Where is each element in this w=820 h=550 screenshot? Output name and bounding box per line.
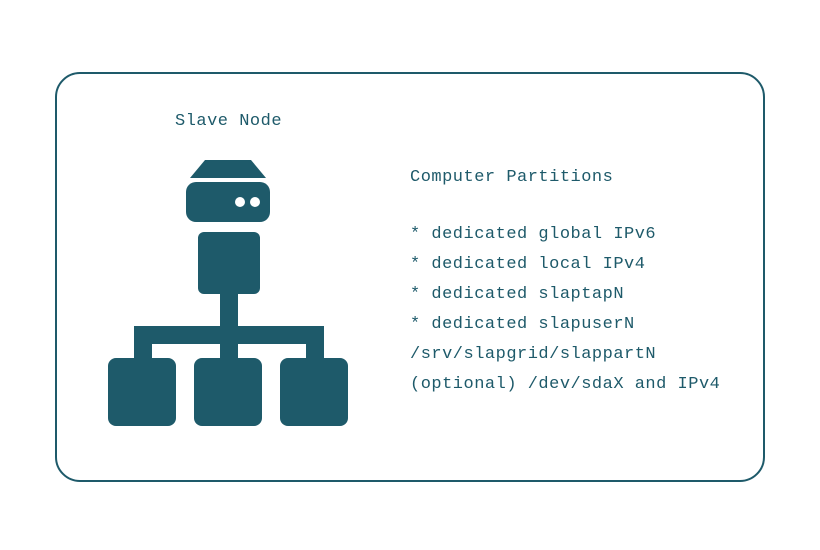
list-item: (optional) /dev/sdaX and IPv4 [410, 370, 720, 400]
partitions-list: * dedicated global IPv6 * dedicated loca… [410, 220, 720, 400]
list-item: * dedicated global IPv6 [410, 220, 720, 250]
list-item: * dedicated local IPv4 [410, 250, 720, 280]
list-item: * dedicated slaptapN [410, 280, 720, 310]
list-item: /srv/slapgrid/slappartN [410, 340, 720, 370]
partitions-heading: Computer Partitions [410, 168, 613, 187]
list-item: * dedicated slapuserN [410, 310, 720, 340]
server-hierarchy-icon [98, 150, 358, 440]
node-title: Slave Node [175, 112, 282, 131]
